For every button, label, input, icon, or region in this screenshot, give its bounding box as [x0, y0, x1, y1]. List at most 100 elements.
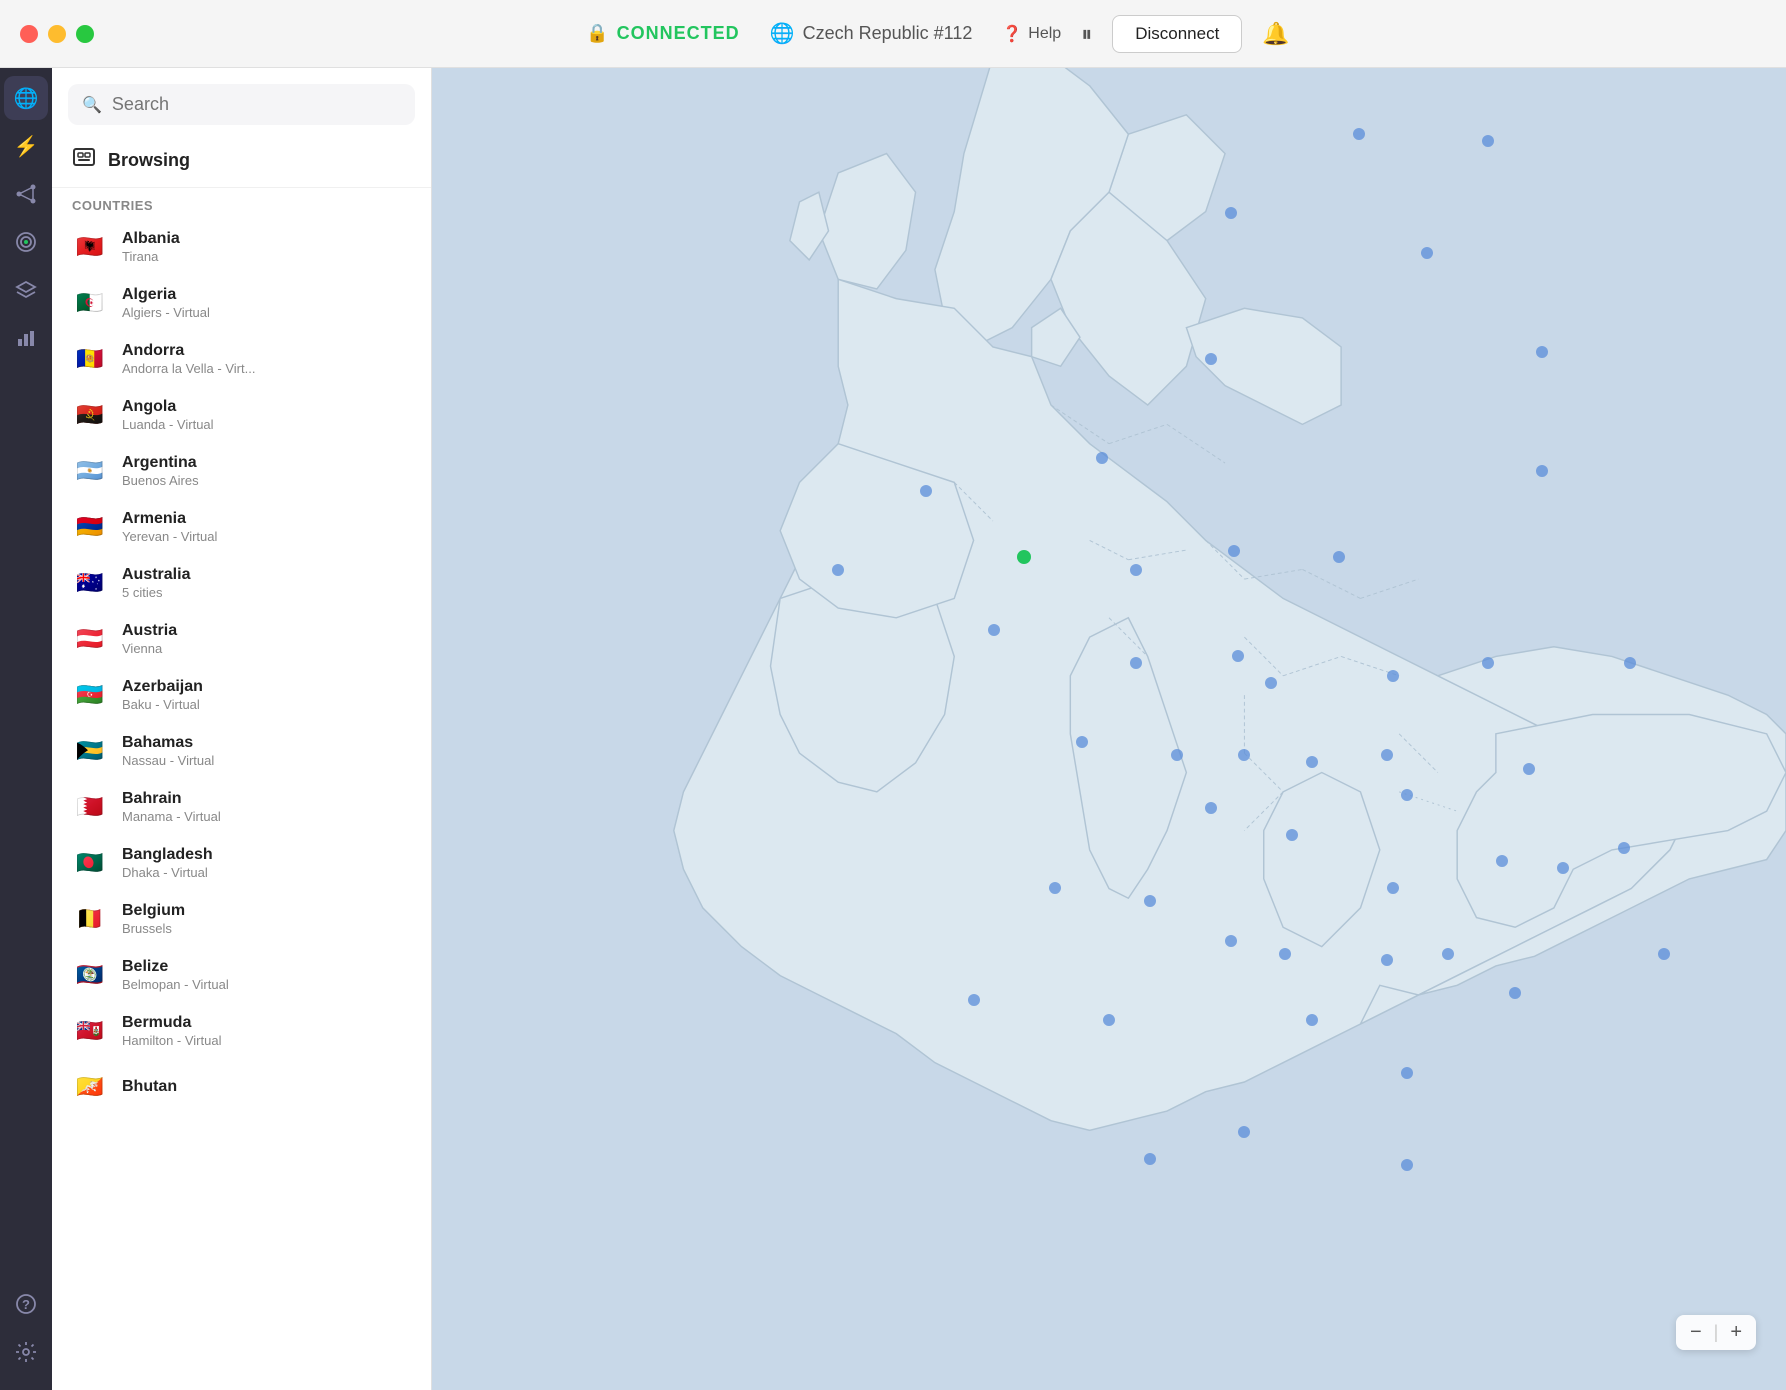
minimize-button[interactable] — [48, 25, 66, 43]
country-list: 🇦🇱 Albania Tirana 🇩🇿 Algeria Algiers - V… — [52, 219, 431, 1390]
list-item[interactable]: 🇧🇲 Bermuda Hamilton - Virtual — [60, 1003, 423, 1059]
list-item[interactable]: 🇧🇩 Bangladesh Dhaka - Virtual — [60, 835, 423, 891]
map-dot — [968, 994, 980, 1006]
country-name: Austria — [122, 622, 411, 640]
country-info: Bahamas Nassau - Virtual — [122, 734, 411, 768]
list-item[interactable]: 🇧🇹 Bhutan — [60, 1059, 423, 1115]
map-dot — [1387, 882, 1399, 894]
map-dot — [1225, 935, 1237, 947]
map-dot — [988, 624, 1000, 636]
search-area: 🔍 — [52, 68, 431, 133]
list-item[interactable]: 🇦🇿 Azerbaijan Baku - Virtual — [60, 667, 423, 723]
zoom-in-button[interactable]: + — [1730, 1321, 1742, 1344]
country-name: Belgium — [122, 902, 411, 920]
search-box: 🔍 — [68, 84, 415, 125]
svg-text:?: ? — [22, 1297, 30, 1312]
main-container: 🌐 ⚡ — [0, 68, 1786, 1390]
map-dot — [1401, 1067, 1413, 1079]
sidebar-item-stats[interactable] — [4, 316, 48, 360]
sidebar-bottom: ? — [4, 1282, 48, 1390]
map-dot — [1171, 749, 1183, 761]
map-dot — [1279, 948, 1291, 960]
browsing-label: Browsing — [108, 150, 190, 171]
map-dot — [1130, 564, 1142, 576]
country-panel: 🔍 Browsing Countries 🇦🇱 Albania Tirana — [52, 68, 432, 1390]
map-dot — [1658, 948, 1670, 960]
map-dot — [1353, 128, 1365, 140]
sidebar-item-help[interactable]: ? — [4, 1282, 48, 1326]
sidebar-item-layers[interactable] — [4, 268, 48, 312]
country-sub: Yerevan - Virtual — [122, 529, 411, 544]
map-dot — [1232, 650, 1244, 662]
browsing-row[interactable]: Browsing — [52, 133, 431, 188]
list-item[interactable]: 🇦🇱 Albania Tirana — [60, 219, 423, 275]
list-item[interactable]: 🇦🇲 Armenia Yerevan - Virtual — [60, 499, 423, 555]
list-item[interactable]: 🇦🇹 Austria Vienna — [60, 611, 423, 667]
country-info: Belgium Brussels — [122, 902, 411, 936]
globe-server-icon: 🌐 — [770, 21, 795, 46]
maximize-button[interactable] — [76, 25, 94, 43]
list-item[interactable]: 🇧🇪 Belgium Brussels — [60, 891, 423, 947]
map-dot — [1401, 1159, 1413, 1171]
country-sub: Brussels — [122, 921, 411, 936]
zoom-divider: | — [1714, 1322, 1719, 1343]
map-dot — [832, 564, 844, 576]
map-dot — [1265, 677, 1277, 689]
map-dot — [1482, 135, 1494, 147]
pause-button[interactable]: ⏸ — [1081, 21, 1092, 47]
list-item[interactable]: 🇦🇷 Argentina Buenos Aires — [60, 443, 423, 499]
sidebar-item-target[interactable] — [4, 220, 48, 264]
country-sub: Nassau - Virtual — [122, 753, 411, 768]
titlebar-right: ❓ Help ⏸ Disconnect 🔔 — [1002, 15, 1289, 53]
server-name: Czech Republic #112 — [803, 23, 973, 44]
list-item[interactable]: 🇧🇿 Belize Belmopan - Virtual — [60, 947, 423, 1003]
sidebar-item-settings[interactable] — [4, 1330, 48, 1374]
sidebar-item-shield[interactable]: ⚡ — [4, 124, 48, 168]
list-item[interactable]: 🇧🇭 Bahrain Manama - Virtual — [60, 779, 423, 835]
country-flag: 🇧🇭 — [72, 789, 108, 825]
map-dot — [1536, 465, 1548, 477]
country-flag: 🇧🇲 — [72, 1013, 108, 1049]
country-info: Angola Luanda - Virtual — [122, 398, 411, 432]
country-sub: Tirana — [122, 249, 411, 264]
country-name: Argentina — [122, 454, 411, 472]
lock-icon: 🔒 — [586, 23, 608, 44]
country-name: Azerbaijan — [122, 678, 411, 696]
list-item[interactable]: 🇦🇺 Australia 5 cities — [60, 555, 423, 611]
country-sub: Manama - Virtual — [122, 809, 411, 824]
list-item[interactable]: 🇦🇴 Angola Luanda - Virtual — [60, 387, 423, 443]
list-item[interactable]: 🇧🇸 Bahamas Nassau - Virtual — [60, 723, 423, 779]
country-info: Bhutan — [122, 1078, 411, 1096]
country-name: Bermuda — [122, 1014, 411, 1032]
sidebar-item-locations[interactable]: 🌐 — [4, 76, 48, 120]
help-button[interactable]: ❓ Help — [1002, 24, 1061, 44]
country-info: Austria Vienna — [122, 622, 411, 656]
map-dot — [1049, 882, 1061, 894]
country-sub: Dhaka - Virtual — [122, 865, 411, 880]
bell-icon[interactable]: 🔔 — [1262, 21, 1289, 47]
connection-status: 🔒 CONNECTED — [586, 23, 739, 44]
map-dot — [1442, 948, 1454, 960]
map-dot — [1618, 842, 1630, 854]
zoom-controls: − | + — [1676, 1315, 1756, 1350]
country-flag: 🇩🇿 — [72, 285, 108, 321]
zoom-out-button[interactable]: − — [1690, 1321, 1702, 1344]
map-dot — [1225, 207, 1237, 219]
map-dot — [1205, 353, 1217, 365]
list-item[interactable]: 🇦🇩 Andorra Andorra la Vella - Virt... — [60, 331, 423, 387]
map-dot — [1401, 789, 1413, 801]
country-sub: Buenos Aires — [122, 473, 411, 488]
connected-label: CONNECTED — [617, 23, 740, 44]
sidebar-item-mesh[interactable] — [4, 172, 48, 216]
list-item[interactable]: 🇩🇿 Algeria Algiers - Virtual — [60, 275, 423, 331]
country-name: Australia — [122, 566, 411, 584]
country-info: Argentina Buenos Aires — [122, 454, 411, 488]
disconnect-button[interactable]: Disconnect — [1112, 15, 1242, 53]
map-dot — [1381, 749, 1393, 761]
search-input[interactable] — [112, 94, 401, 115]
country-name: Algeria — [122, 286, 411, 304]
browsing-icon — [72, 145, 96, 175]
country-flag: 🇦🇹 — [72, 621, 108, 657]
close-button[interactable] — [20, 25, 38, 43]
country-info: Bangladesh Dhaka - Virtual — [122, 846, 411, 880]
